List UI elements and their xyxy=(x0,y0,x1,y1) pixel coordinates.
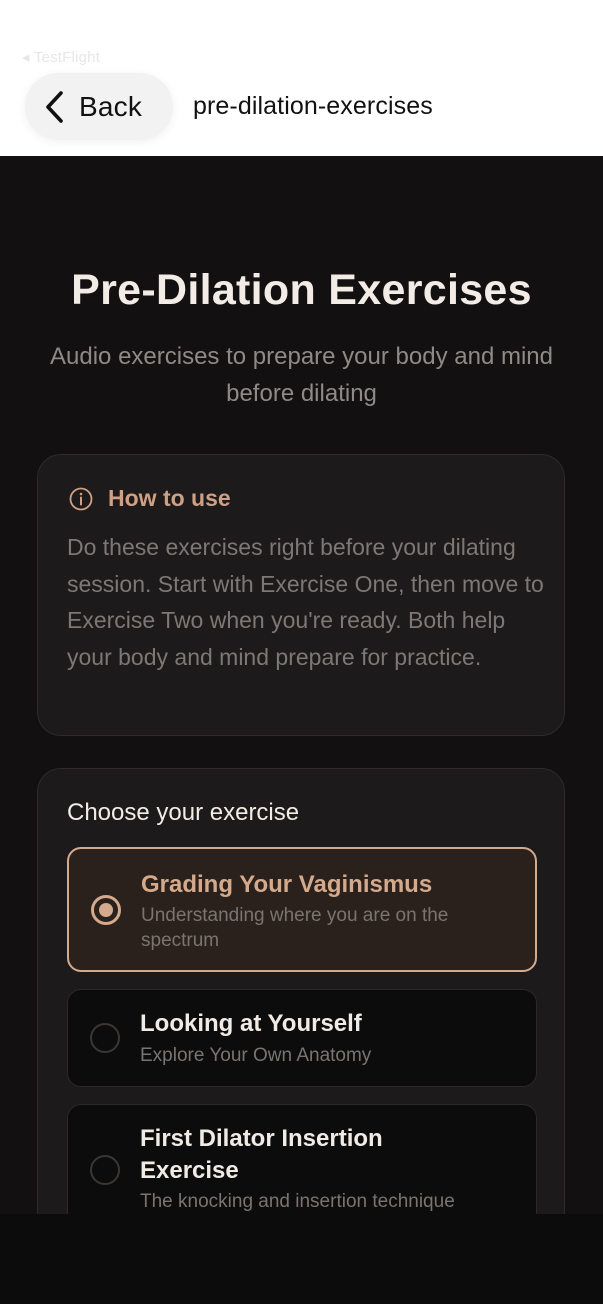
navigation-bar: ◂ TestFlight Back pre-dilation-exercises xyxy=(0,0,603,156)
radio-selected-icon[interactable] xyxy=(91,895,121,925)
radio-unselected-icon[interactable] xyxy=(90,1155,120,1185)
exercise-option-description: Explore Your Own Anatomy xyxy=(140,1045,372,1066)
bottom-safe-area xyxy=(0,1214,603,1304)
exercise-option-description: Understanding where you are on the spect… xyxy=(141,905,449,951)
nav-title: pre-dilation-exercises xyxy=(193,92,433,120)
exercise-option-first-dilator[interactable]: First Dilator Insertion Exercise The kno… xyxy=(67,1104,537,1214)
exercise-option-looking[interactable]: Looking at Yourself Explore Your Own Ana… xyxy=(67,989,537,1087)
radio-unselected-icon[interactable] xyxy=(90,1023,120,1053)
testflight-return-link[interactable]: ◂ TestFlight xyxy=(22,48,100,66)
page-title: Pre-Dilation Exercises xyxy=(71,266,532,314)
exercise-option-description: The knocking and insertion technique xyxy=(140,1191,455,1212)
page-subtitle: Audio exercises to prepare your body and… xyxy=(50,343,553,407)
how-to-use-title: How to use xyxy=(108,485,231,511)
how-to-use-header: How to use xyxy=(68,485,231,512)
app-screen: ◂ TestFlight Back pre-dilation-exercises… xyxy=(0,0,603,1304)
exercise-option-grading[interactable]: Grading Your Vaginismus Understanding wh… xyxy=(67,847,537,972)
back-button[interactable]: Back xyxy=(25,73,173,140)
exercise-option-title: Looking at Yourself xyxy=(140,1010,362,1037)
back-button-label: Back xyxy=(79,90,143,122)
chevron-left-icon xyxy=(43,90,65,124)
info-circle-icon xyxy=(68,486,94,512)
exercise-chooser-heading: Choose your exercise xyxy=(67,799,300,826)
main-content[interactable]: Pre-Dilation Exercises Audio exercises t… xyxy=(0,156,603,1214)
how-to-use-card: How to use Do these exercises right befo… xyxy=(37,454,565,736)
exercise-chooser-card: Choose your exercise Grading Your Vagini… xyxy=(37,768,565,1214)
exercise-option-title: First Dilator Insertion Exercise xyxy=(140,1125,383,1184)
exercise-option-title: Grading Your Vaginismus xyxy=(141,871,433,898)
how-to-use-text: Do these exercises right before your dil… xyxy=(67,534,544,670)
